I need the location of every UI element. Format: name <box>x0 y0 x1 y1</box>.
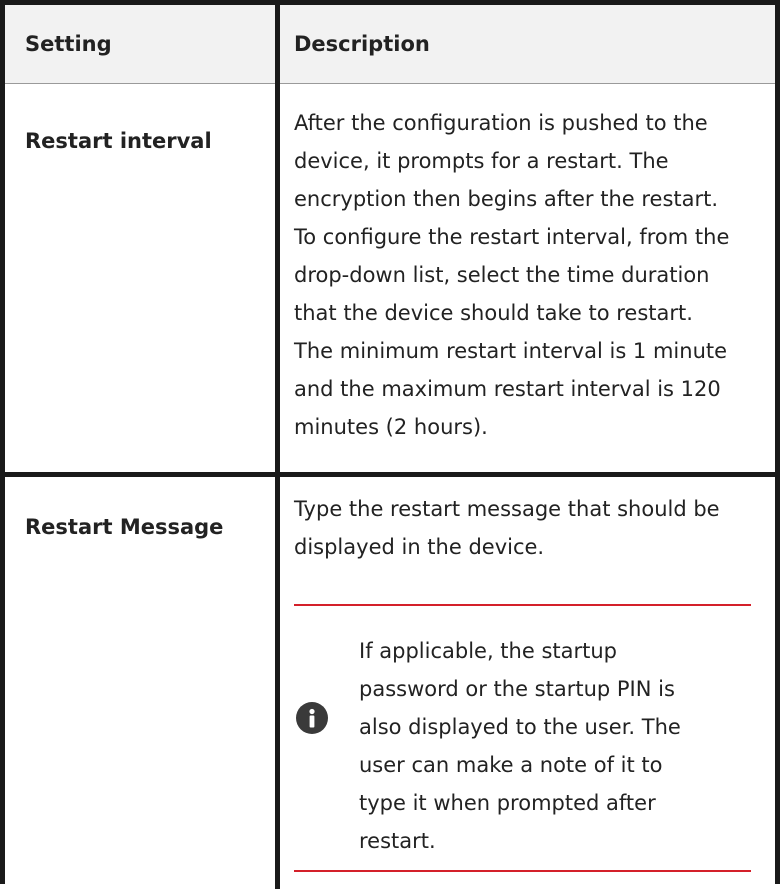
table-header-row: Setting Description <box>5 5 775 84</box>
description-line: minutes (2 hours). <box>294 415 488 439</box>
description-line: displayed in the device. <box>294 535 545 559</box>
header-setting: Setting <box>25 32 112 56</box>
setting-restart-interval: Restart interval <box>25 129 212 153</box>
note-top-rule <box>294 604 751 606</box>
description-line: Type the restart message that should be <box>294 497 720 521</box>
note-bottom-rule <box>294 870 751 872</box>
settings-table: Setting Description Restart interval Aft… <box>0 0 780 889</box>
description-line: device, it prompts for a restart. The <box>294 149 669 173</box>
info-icon <box>296 702 328 734</box>
description-line: To configure the restart interval, from … <box>294 225 730 249</box>
row-divider <box>5 472 775 477</box>
note-text: If applicable, the startup password or t… <box>359 632 719 860</box>
description-line: and the maximum restart interval is 120 <box>294 377 721 401</box>
setting-restart-message: Restart Message <box>25 515 224 539</box>
description-line: that the device should take to restart. <box>294 301 693 325</box>
description-line: The minimum restart interval is 1 minute <box>294 339 728 363</box>
note-line: also displayed to the user. The <box>359 715 681 739</box>
note-line: password or the startup PIN is <box>359 677 675 701</box>
note-line: user can make a note of it to <box>359 753 663 777</box>
note-line: If applicable, the startup <box>359 639 617 663</box>
note-line: restart. <box>359 829 436 853</box>
description-line: encryption then begins after the restart… <box>294 187 719 211</box>
description-restart-interval: After the configuration is pushed to the… <box>294 104 756 446</box>
description-restart-message: Type the restart message that should be … <box>294 490 756 566</box>
description-line: drop-down list, select the time duration <box>294 263 710 287</box>
description-line: After the configuration is pushed to the <box>294 111 708 135</box>
column-divider <box>275 5 280 889</box>
header-description: Description <box>294 32 430 56</box>
note-line: type it when prompted after <box>359 791 656 815</box>
